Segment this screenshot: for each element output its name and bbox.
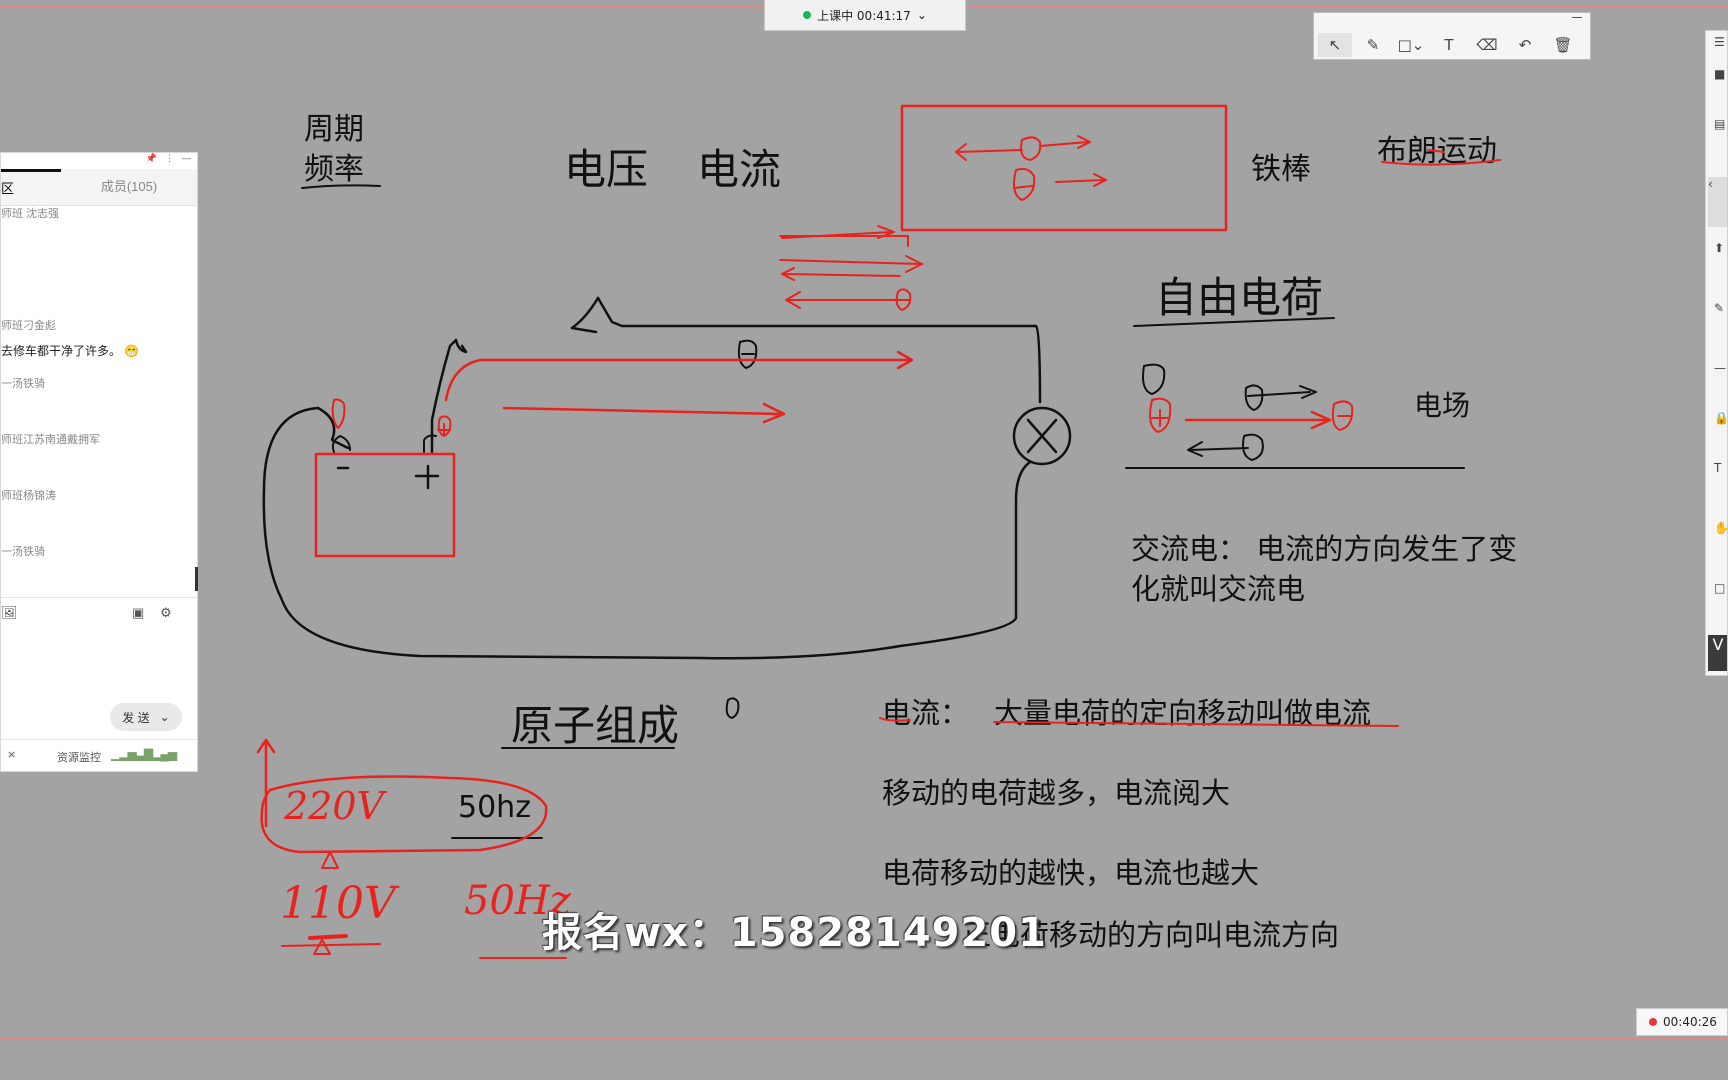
battery-box [314, 452, 456, 558]
lamp-cross [1026, 418, 1058, 454]
underline-ziyou [1133, 317, 1335, 327]
plus-sign [414, 464, 440, 490]
contact-watermark: 报名wx：15828149201 [542, 910, 1047, 956]
terminal-pos [423, 434, 437, 453]
positive-charge [1149, 397, 1172, 433]
current-arrow-top [444, 350, 914, 402]
record-dot-icon [1649, 1018, 1657, 1026]
ink-text-220v: 220V [284, 784, 384, 828]
rod-charge-right [1020, 135, 1091, 161]
recording-timer[interactable]: 00:40:26 [1636, 1008, 1728, 1036]
pos-charge-mark [437, 415, 452, 437]
atom-sketch [725, 697, 740, 719]
flow-arrow-4 [785, 291, 899, 309]
charge-loop [1142, 363, 1166, 395]
flow-arrow-3 [781, 267, 901, 281]
rod-charge-lower [1013, 167, 1107, 201]
wire-pos-lead [430, 338, 468, 454]
rod-arrow-left [955, 143, 1023, 161]
iron-rod-box [900, 104, 1228, 232]
timer-label: 00:40:26 [1663, 1015, 1717, 1029]
underline-dl-def [993, 721, 1399, 727]
arrow-up-mark [321, 851, 339, 869]
flow-arrow-2 [779, 255, 923, 273]
neg-charge-mark [331, 398, 346, 429]
underline-110v [281, 943, 381, 947]
flow-electron [895, 288, 912, 311]
charge-electron-left [1187, 433, 1264, 461]
efield-negative [1331, 400, 1354, 431]
arrow-up-mark-2 [313, 939, 331, 955]
wire-bottom [262, 406, 1032, 660]
underline-bulang-mark [1427, 149, 1445, 153]
electron-wire [737, 339, 758, 369]
wire-kink [570, 296, 600, 334]
voltage-axis-arrow [256, 738, 276, 828]
underline-pinlv [301, 184, 381, 189]
underline-dl-label [879, 717, 911, 722]
ink-text-110v: 110V [280, 878, 396, 929]
efield-arrow [1184, 410, 1332, 430]
current-arrow-mid [502, 402, 786, 424]
underline-110v-bold [308, 934, 348, 940]
charge-electron-right [1244, 384, 1317, 411]
underline-bulang [1381, 159, 1501, 166]
wire-top [596, 296, 1042, 404]
